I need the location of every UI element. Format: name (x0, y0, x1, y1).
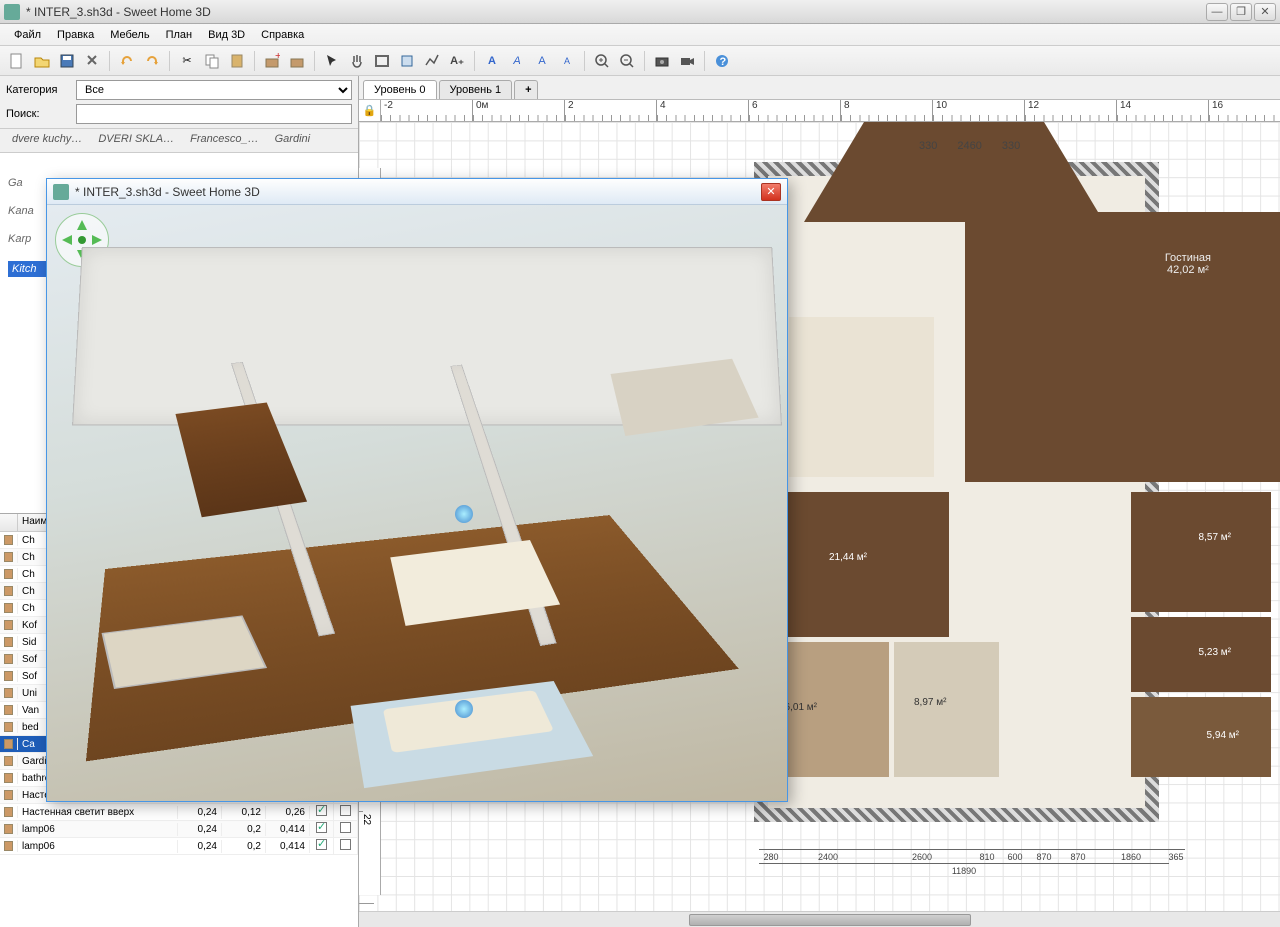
plan-scrollbar-h[interactable] (359, 911, 1280, 927)
level-add-button[interactable]: + (514, 80, 538, 99)
main-toolbar: ✂ + A₊ A A A A ? (0, 46, 1280, 76)
menu-file[interactable]: Файл (6, 29, 49, 41)
close-button[interactable]: ✕ (1254, 3, 1276, 21)
window-titlebar: * INTER_3.sh3d - Sweet Home 3D — ❐ ✕ (0, 0, 1280, 24)
category-label: Категория (6, 84, 70, 96)
create-walls-tool[interactable] (371, 50, 393, 72)
menu-view3d[interactable]: Вид 3D (200, 29, 253, 41)
iso-chandelier-icon (455, 505, 473, 523)
text-italic-button[interactable]: A (506, 50, 528, 72)
dimensions-bottom: 280 2400 2600 810 600 870 870 1860 365 1… (759, 849, 1241, 877)
catalog-filter: Категория Все Поиск: (0, 76, 358, 129)
save-button[interactable] (56, 50, 78, 72)
room-dining[interactable] (789, 317, 934, 477)
zoom-out-button[interactable] (616, 50, 638, 72)
bay-window (804, 122, 1104, 222)
import-furniture-button[interactable] (286, 50, 308, 72)
maximize-button[interactable]: ❐ (1230, 3, 1252, 21)
search-input[interactable] (76, 104, 352, 124)
view3d-app-icon (53, 184, 69, 200)
decrease-text-button[interactable]: A (556, 50, 578, 72)
select-tool[interactable] (321, 50, 343, 72)
increase-text-button[interactable]: A (531, 50, 553, 72)
level-tab-1[interactable]: Уровень 1 (439, 80, 513, 99)
view3d-titlebar[interactable]: * INTER_3.sh3d - Sweet Home 3D ✕ (47, 179, 787, 205)
undo-button[interactable] (116, 50, 138, 72)
video-button[interactable] (676, 50, 698, 72)
iso-chandelier-icon (455, 700, 473, 718)
dim-top: 330 2460 330 (919, 140, 1020, 152)
catalog-tab[interactable]: Gardini (267, 129, 318, 152)
app-icon (4, 4, 20, 20)
view3d-window[interactable]: * INTER_3.sh3d - Sweet Home 3D ✕ (46, 178, 788, 802)
room-2144-label: 21,44 м² (829, 552, 867, 563)
room-897-label: 8,97 м² (914, 697, 946, 708)
redo-button[interactable] (141, 50, 163, 72)
furniture-row[interactable]: lamp060,240,20,414 (0, 838, 358, 855)
paste-button[interactable] (226, 50, 248, 72)
catalog-tab[interactable]: DVERI SKLA… (90, 129, 182, 152)
open-button[interactable] (31, 50, 53, 72)
menu-bar: Файл Правка Мебель План Вид 3D Справка (0, 24, 1280, 46)
svg-text:+: + (275, 53, 280, 62)
view3d-close-button[interactable]: ✕ (761, 183, 781, 201)
pan-tool[interactable] (346, 50, 368, 72)
menu-help[interactable]: Справка (253, 29, 312, 41)
ruler-horizontal: 🔒 -2 0м 2 4 6 8 10 12 14 16 (359, 100, 1280, 122)
catalog-tabs: dvere kuchy… DVERI SKLA… Francesco_… Gar… (0, 129, 358, 153)
help-button[interactable]: ? (711, 50, 733, 72)
cut-button[interactable]: ✂ (176, 50, 198, 72)
create-dimension-tool[interactable]: A₊ (446, 50, 468, 72)
level-tab-0[interactable]: Уровень 0 (363, 80, 437, 99)
view3d-title: * INTER_3.sh3d - Sweet Home 3D (75, 185, 761, 199)
room-594[interactable] (1131, 697, 1271, 777)
new-button[interactable] (6, 50, 28, 72)
catalog-tab[interactable]: Francesco_… (182, 129, 266, 152)
minimize-button[interactable]: — (1206, 3, 1228, 21)
create-polyline-tool[interactable] (421, 50, 443, 72)
menu-plan[interactable]: План (158, 29, 201, 41)
catalog-tab[interactable]: dvere kuchy… (4, 129, 90, 152)
room-857[interactable] (1131, 492, 1271, 612)
room-523-label: 5,23 м² (1199, 647, 1231, 658)
level-tabs: Уровень 0 Уровень 1 + (359, 76, 1280, 100)
room-2144[interactable] (769, 492, 949, 637)
lock-icon[interactable]: 🔒 (359, 100, 381, 121)
category-select[interactable]: Все (76, 80, 352, 100)
window-title: * INTER_3.sh3d - Sweet Home 3D (26, 5, 1204, 19)
room-897[interactable] (894, 642, 999, 777)
add-furniture-button[interactable]: + (261, 50, 283, 72)
room-living[interactable] (965, 212, 1280, 482)
view3d-canvas[interactable] (47, 205, 787, 801)
zoom-in-button[interactable] (591, 50, 613, 72)
copy-button[interactable] (201, 50, 223, 72)
furniture-row[interactable]: Настенная светит вверх0,240,120,26 (0, 804, 358, 821)
create-room-tool[interactable] (396, 50, 418, 72)
room-594-label: 5,94 м² (1207, 730, 1239, 741)
photo-button[interactable] (651, 50, 673, 72)
search-label: Поиск: (6, 108, 70, 120)
room-857-label: 8,57 м² (1199, 532, 1231, 543)
preferences-button[interactable] (81, 50, 103, 72)
furniture-row[interactable]: lamp060,240,20,414 (0, 821, 358, 838)
menu-furniture[interactable]: Мебель (102, 29, 157, 41)
text-bold-button[interactable]: A (481, 50, 503, 72)
room-living-label: Гостиная42,02 м² (1165, 252, 1211, 276)
svg-text:?: ? (720, 56, 727, 68)
menu-edit[interactable]: Правка (49, 29, 102, 41)
